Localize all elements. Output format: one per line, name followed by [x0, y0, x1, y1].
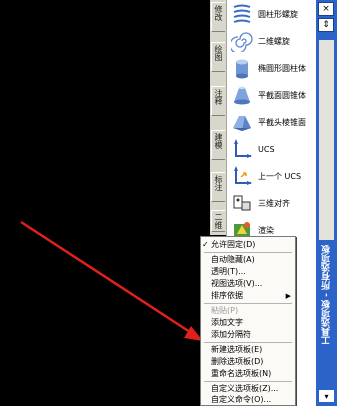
tab-modify[interactable]: 修改	[211, 2, 225, 32]
palette-title: 工具选项板 - 所有选项板	[322, 244, 332, 345]
palette-item-spiral[interactable]: 二维螺旋	[229, 27, 315, 55]
palette-item-helix[interactable]: 圆柱形螺旋	[229, 0, 315, 28]
pin-icon: ⇕	[322, 20, 330, 30]
cylinder-icon	[229, 55, 255, 81]
pyramid-icon	[229, 109, 255, 135]
spiral-icon	[229, 28, 255, 54]
menu-item-new-palette[interactable]: 新建选项板(E)	[201, 344, 295, 356]
close-button[interactable]: ×	[318, 2, 334, 16]
autohide-button[interactable]: ⇕	[318, 18, 334, 32]
menu-item-add-text[interactable]: 添加文字	[201, 317, 295, 329]
palette-item-ucs[interactable]: UCS	[229, 135, 315, 163]
menu-item-auto-hide[interactable]: 自动隐藏(A)	[201, 254, 295, 266]
align-3d-icon	[229, 190, 255, 216]
menu-item-view-options[interactable]: 视图选项(V)...	[201, 278, 295, 290]
palette-scrollbar[interactable]	[319, 40, 334, 240]
palette-item-previous-ucs[interactable]: 上一个 UCS	[229, 162, 315, 190]
tab-2d[interactable]: 二维	[211, 210, 225, 232]
palette-item-frustum-cone[interactable]: 平截面圆锥体	[229, 81, 315, 109]
ucs-icon	[229, 136, 255, 162]
menu-separator	[204, 303, 292, 304]
menu-separator	[204, 252, 292, 253]
context-menu: 允许固定(D) 自动隐藏(A) 透明(T)... 视图选项(V)... 排序依据…	[200, 236, 296, 406]
menu-separator	[204, 342, 292, 343]
submenu-arrow-icon: ▶	[285, 292, 291, 300]
tab-dimension[interactable]: 标注	[211, 172, 225, 202]
tab-modeling[interactable]: 建模	[211, 130, 225, 160]
properties-icon: ▾	[324, 391, 329, 401]
menu-item-add-separator[interactable]: 添加分隔符	[201, 329, 295, 341]
ucs-previous-icon	[229, 163, 255, 189]
menu-item-transparency[interactable]: 透明(T)...	[201, 266, 295, 278]
palette-titlebar[interactable]: × ⇕ 工具选项板 - 所有选项板 ▾	[316, 0, 337, 406]
tab-draw[interactable]: 绘图	[211, 42, 225, 72]
menu-item-paste: 粘贴(P)	[211, 306, 239, 315]
screen-background: 修改 绘图 注释 建模 标注 二维 圆柱形螺旋 二维螺旋 椭圆形圆柱体 平截面圆…	[0, 0, 337, 406]
palette-item-elliptical-cylinder[interactable]: 椭圆形圆柱体	[229, 54, 315, 82]
helix-icon	[229, 1, 255, 27]
palette-item-3d-align[interactable]: 三维对齐	[229, 189, 315, 217]
menu-separator	[204, 381, 292, 382]
menu-item-rename-palette[interactable]: 重命名选项板(N)	[201, 368, 295, 380]
cone-icon	[229, 82, 255, 108]
tab-annotation[interactable]: 注释	[211, 86, 225, 116]
menu-item-customize-commands[interactable]: 自定义命令(O)...	[201, 394, 295, 406]
menu-item-sort-by[interactable]: 排序依据 ▶	[201, 290, 295, 302]
palette-item-frustum-pyramid[interactable]: 平截头棱锥面	[229, 108, 315, 136]
titlebar-controls: × ⇕	[318, 2, 335, 34]
properties-button[interactable]: ▾	[319, 390, 334, 402]
menu-item-allow-docking[interactable]: 允许固定(D)	[201, 239, 295, 251]
close-icon: ×	[322, 4, 330, 14]
tab-strip: 修改 绘图 注释 建模 标注 二维	[210, 0, 227, 235]
menu-item-delete-palette[interactable]: 删除选项板(D)	[201, 356, 295, 368]
